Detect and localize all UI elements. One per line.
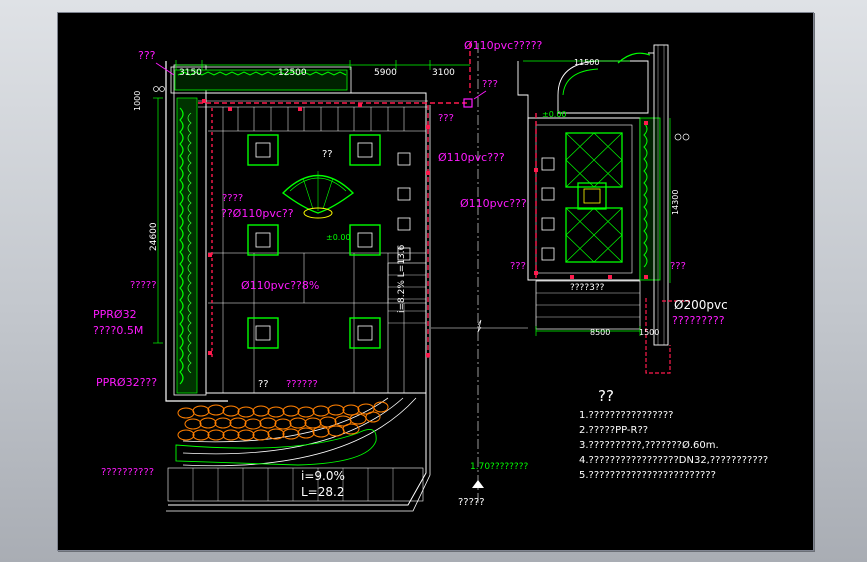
dim-12500: 12500 [278,68,307,78]
label-vert-slope: i=8.2% L=13.6 [397,244,407,313]
label-q-top-right: ??? [482,79,498,90]
label-right-pipe-sub: ????????? [672,314,725,327]
elevation-marker-icon [472,480,484,488]
dim-3100: 3100 [432,68,455,78]
dim-11500: 11500 [574,58,599,67]
label-right-q3a: ??? [510,261,526,272]
notes-title: ?? [598,387,614,405]
label-right-q3b: ??? [670,261,686,272]
cad-viewport: ??? 3150 12500 5900 3100 Ø110pvc????? ??… [0,0,867,562]
label-q-near-pipe: ??? [438,113,454,124]
dim-14300: 14300 [671,190,680,215]
dim-1500: 1500 [639,328,659,337]
label-right-q6: ????3?? [570,283,605,293]
label-pvc-mid2: Ø110pvc??? [460,197,527,210]
label-slope-L: L=28.2 [301,485,344,499]
notes-item-5: 5.???????????????????????? [579,470,716,481]
label-left-q4: ????? [130,280,157,291]
dim-1000: 1000 [133,91,142,111]
marker-circle-icon [682,133,690,141]
cad-plan-drawing: ??? 3150 12500 5900 3100 Ø110pvc????? ??… [93,39,768,512]
label-elev-center: ±0.00 [326,233,351,242]
label-bottom-q10: ?????????? [101,467,154,478]
dim-5900: 5900 [374,68,397,78]
label-ppr1-sub: ????0.5M [93,324,143,337]
label-pvc-low: Ø110pvc??8% [241,279,319,292]
marker-circle-icon [153,86,159,92]
label-elev-right: 1.70???????? [470,462,528,472]
label-pvc-mid1: Ø110pvc??? [438,151,505,164]
label-top-left-q: ??? [138,49,156,62]
paving-stones [177,401,389,441]
label-pipe-top: Ø110pvc????? [464,39,543,52]
label-slope-i: i=9.0% [301,469,345,483]
right-building-structure [517,44,692,374]
marker-circle-icon [159,86,165,92]
label-ppr1: PPRØ32 [93,308,137,321]
dim-8500: 8500 [590,328,610,337]
notes-item-1: 1.???????????????? [579,410,673,421]
label-elev-right-small: ±0.00 [542,110,567,119]
label-q-left-b: ??Ø110pvc?? [221,207,294,220]
label-ppr2: PPRØ32??? [96,376,157,389]
notes-block: ?? 1.???????????????? 2.?????PP-R?? 3.??… [579,387,768,481]
label-right-pipe: Ø200pvc [674,298,728,312]
marker-circle-icon [674,133,682,141]
notes-item-3: 3.??????????,???????Ø.60m. [579,439,719,451]
drawing-sheet[interactable]: ??? 3150 12500 5900 3100 Ø110pvc????? ??… [57,12,814,551]
dim-24600: 24600 [149,222,159,251]
label-q-left-a: ???? [222,193,243,204]
notes-item-2: 2.?????PP-R?? [579,425,648,436]
dim-3150: 3150 [179,68,202,78]
label-bottom-q6: ?????? [286,379,318,390]
label-center-qq: ?? [322,149,333,160]
label-bottom-q5: ????? [458,497,485,508]
notes-item-4: 4.?????????????????DN32,??????????? [579,455,768,466]
label-bottom-qq: ?? [258,379,269,390]
